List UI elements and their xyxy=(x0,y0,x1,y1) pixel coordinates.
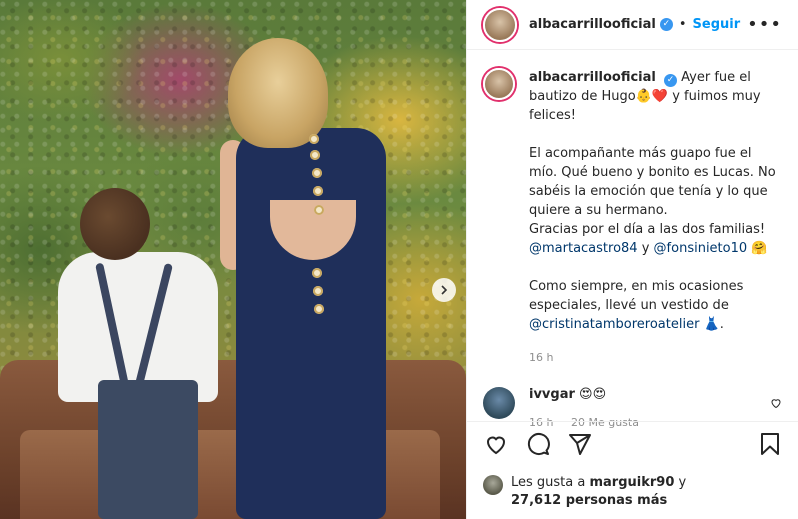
mention3-emoji: 👗. xyxy=(699,317,724,332)
post-photo[interactable] xyxy=(0,0,466,519)
heart-icon xyxy=(771,399,781,409)
dress-button xyxy=(314,205,324,215)
mention-join: y xyxy=(637,241,654,256)
mention-link[interactable]: @fonsinieto10 xyxy=(654,241,748,256)
verified-badge-icon: ✓ xyxy=(664,74,678,87)
dress-button xyxy=(312,168,322,178)
caption-para2: El acompañante más guapo fue el mío. Qué… xyxy=(529,146,776,218)
like-button[interactable] xyxy=(483,431,509,457)
dress-button xyxy=(309,134,319,144)
mention-link[interactable]: @cristinatamboreroatelier xyxy=(529,317,699,332)
child-pants xyxy=(98,380,198,519)
commenter-username[interactable]: ivvgar xyxy=(529,387,575,402)
dress-button xyxy=(313,286,323,296)
header-separator: • xyxy=(678,17,687,32)
mention-emoji: 🤗 xyxy=(747,241,768,256)
comment-button[interactable] xyxy=(525,431,551,457)
comment-text: 😍😍 xyxy=(579,387,607,402)
more-options-icon[interactable]: ••• xyxy=(747,14,782,35)
likes-suffix: y xyxy=(674,475,687,490)
chevron-right-icon xyxy=(441,285,448,295)
comment-like-button[interactable] xyxy=(770,387,782,412)
dress-button xyxy=(313,186,323,196)
caption-avatar[interactable] xyxy=(483,68,515,100)
liker-username[interactable]: marguikr90 xyxy=(589,475,674,490)
post-header: albacarrillooficial ✓ • Seguir ••• xyxy=(467,0,798,50)
bookmark-icon xyxy=(761,432,779,455)
caption-emojis: 👶❤️ xyxy=(635,89,669,104)
dress-button xyxy=(310,150,320,160)
share-button[interactable] xyxy=(567,431,593,457)
caption-username[interactable]: albacarrillooficial xyxy=(529,70,656,85)
child-head xyxy=(80,188,150,260)
verified-badge-icon: ✓ xyxy=(659,18,673,31)
woman-hair xyxy=(228,38,328,148)
share-icon xyxy=(569,433,591,455)
caption-line2-start: de Hugo xyxy=(581,89,636,104)
action-bar xyxy=(467,421,798,465)
dress-button xyxy=(312,268,322,278)
liker-avatar[interactable] xyxy=(483,475,503,495)
likes-count[interactable]: 27,612 personas más xyxy=(511,493,667,508)
follow-button[interactable]: Seguir xyxy=(693,17,741,32)
caption-time[interactable]: 16 h xyxy=(529,348,779,367)
mention-link[interactable]: @martacastro84 xyxy=(529,241,638,256)
comment-icon xyxy=(527,432,550,455)
caption: albacarrillooficial ✓ Ayer fue el bautiz… xyxy=(483,68,782,367)
caption-para4: Como siempre, en mis ocasiones especiale… xyxy=(529,279,744,313)
comments-section: albacarrillooficial ✓ Ayer fue el bautiz… xyxy=(467,50,798,429)
caption-text: albacarrillooficial ✓ Ayer fue el bautiz… xyxy=(529,68,779,367)
caption-para3: Gracias por el día a las dos familias! xyxy=(529,222,766,237)
woman-dress xyxy=(236,128,386,519)
save-button[interactable] xyxy=(757,431,783,457)
dress-button xyxy=(314,304,324,314)
author-avatar[interactable] xyxy=(483,7,517,42)
likes-prefix: Les gusta a xyxy=(511,475,590,490)
likes-summary: Les gusta a marguikr90 y 27,612 personas… xyxy=(483,474,686,510)
heart-icon xyxy=(486,436,506,454)
carousel-next-button[interactable] xyxy=(432,278,456,302)
post-panel: albacarrillooficial ✓ • Seguir ••• albac… xyxy=(466,0,798,519)
author-username[interactable]: albacarrillooficial xyxy=(529,17,656,32)
commenter-avatar[interactable] xyxy=(483,387,515,419)
